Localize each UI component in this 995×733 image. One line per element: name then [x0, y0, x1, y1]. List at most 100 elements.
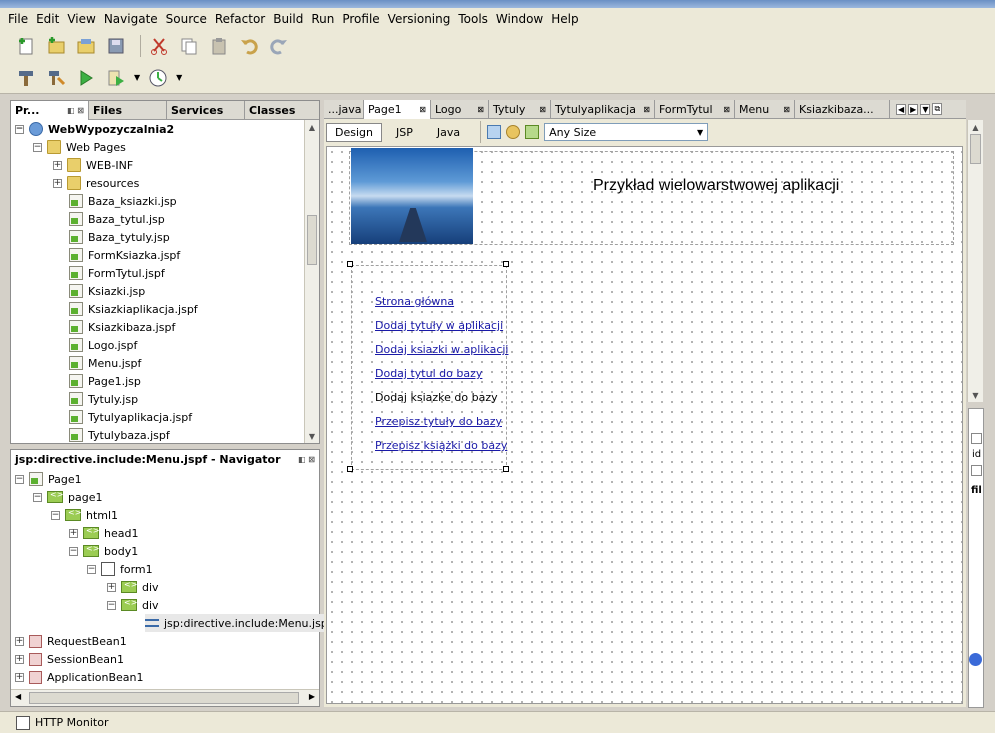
file-item[interactable]: Tytulybaza.jspf	[69, 426, 170, 444]
expand-icon[interactable]: +	[53, 178, 62, 188]
close-icon[interactable]: ⊠	[643, 105, 650, 114]
menu-source[interactable]: Source	[166, 12, 207, 26]
menu-build[interactable]: Build	[273, 12, 303, 26]
project-root[interactable]: − WebWypozyczalnia2	[15, 120, 174, 138]
menu-help[interactable]: Help	[551, 12, 578, 26]
tab-services[interactable]: Services	[167, 101, 245, 120]
debug-icon[interactable]	[104, 66, 128, 90]
menu-window[interactable]: Window	[496, 12, 543, 26]
preview-browser-icon[interactable]	[487, 125, 502, 139]
nav-node[interactable]: + SessionBean1	[15, 650, 124, 668]
menu-link-add-titles-app[interactable]: Dodaj tytuły w aplikacji	[375, 319, 503, 332]
editor-vscrollbar[interactable]: ▲ ▼	[967, 120, 983, 402]
menu-link-copy-titles[interactable]: Przepisz tytuły do bazy	[375, 415, 502, 428]
menu-link-copy-books[interactable]: Przepisz książki do bazy	[375, 439, 507, 452]
nav-node[interactable]: + RequestBean1	[15, 632, 127, 650]
tab-classes[interactable]: Classes	[245, 101, 319, 120]
collapse-icon[interactable]: −	[51, 510, 60, 520]
scroll-thumb[interactable]	[970, 134, 981, 164]
paste-icon[interactable]	[207, 34, 231, 58]
target-size-select[interactable]: Any Size ▼	[544, 123, 709, 141]
editor-tab[interactable]: Logo ⊠	[431, 100, 489, 119]
editor-tab[interactable]: Tytuly ⊠	[489, 100, 551, 119]
menu-refactor[interactable]: Refactor	[215, 12, 265, 26]
file-item[interactable]: Baza_ksiazki.jsp	[69, 192, 177, 210]
close-icon[interactable]: ⊠	[723, 105, 730, 114]
nav-node[interactable]: − Page1	[15, 470, 82, 488]
file-item[interactable]: Menu.jspf	[69, 354, 141, 372]
nav-node[interactable]: − page1	[33, 488, 102, 506]
editor-tab[interactable]: Tytulyaplikacja ⊠	[551, 100, 655, 119]
close-icon[interactable]: ⊠	[477, 105, 484, 114]
menu-navigate[interactable]: Navigate	[104, 12, 158, 26]
undo-icon[interactable]	[237, 34, 261, 58]
projects-scrollbar[interactable]: ▲ ▼	[304, 120, 319, 443]
file-item[interactable]: Baza_tytuly.jsp	[69, 228, 170, 246]
editor-tab-active[interactable]: Page1 ⊠	[364, 100, 431, 119]
debug-dropdown-icon[interactable]: ▼	[134, 73, 140, 82]
tab-files[interactable]: Files	[89, 101, 167, 120]
collapse-box-icon[interactable]	[971, 433, 982, 444]
copy-icon[interactable]	[177, 34, 201, 58]
close-icon[interactable]: ⊠	[539, 105, 546, 114]
menu-file[interactable]: File	[8, 12, 28, 26]
scroll-tabs-right-icon[interactable]: ▶	[908, 103, 919, 115]
palette-ball-icon[interactable]	[969, 653, 982, 666]
file-item[interactable]: Logo.jspf	[69, 336, 137, 354]
file-item[interactable]: Ksiazkiaplikacja.jspf	[69, 300, 198, 318]
resize-handle[interactable]	[503, 466, 509, 472]
chevron-down-icon[interactable]: ▼	[697, 128, 707, 137]
expand-icon[interactable]: +	[107, 582, 116, 592]
menu-edit[interactable]: Edit	[36, 12, 59, 26]
nav-node[interactable]: − form1	[87, 560, 153, 578]
close-icon[interactable]: ⊠	[783, 105, 790, 114]
collapse-icon[interactable]: −	[15, 124, 24, 134]
tab-navigator[interactable]: jsp:directive.include:Menu.jspf - Naviga…	[11, 450, 319, 469]
scroll-right-icon[interactable]: ▶	[309, 692, 315, 701]
menu-link-add-title-db[interactable]: Dodaj tytul do bazy	[375, 367, 482, 380]
save-all-icon[interactable]	[104, 34, 128, 58]
nav-node[interactable]: + head1	[69, 524, 138, 542]
expand-icon[interactable]: +	[15, 672, 24, 682]
navigator-hscrollbar[interactable]: ◀ ▶	[11, 689, 319, 706]
http-monitor-icon[interactable]	[16, 715, 30, 730]
scroll-down-icon[interactable]: ▼	[968, 388, 983, 402]
nav-node[interactable]: − div	[107, 596, 159, 614]
profile-dropdown-icon[interactable]: ▼	[176, 73, 182, 82]
menu-view[interactable]: View	[67, 12, 95, 26]
menu-profile[interactable]: Profile	[342, 12, 379, 26]
minimize-icon[interactable]: ◧ ⊠	[298, 455, 315, 464]
file-item[interactable]: Tytuly.jsp	[69, 390, 138, 408]
editor-tab[interactable]: Ksiazkibaza...	[795, 100, 890, 119]
tab-list-icon[interactable]: ▼	[920, 103, 931, 115]
scroll-thumb[interactable]	[29, 692, 299, 704]
web-pages-node[interactable]: − Web Pages	[33, 138, 126, 156]
file-item-selected[interactable]: Page1.jsp	[69, 372, 141, 390]
cut-icon[interactable]	[147, 34, 171, 58]
folder-web-inf[interactable]: + WEB-INF	[53, 156, 133, 174]
resize-handle[interactable]	[347, 466, 353, 472]
http-monitor-label[interactable]: HTTP Monitor	[35, 716, 108, 729]
minimize-icon[interactable]: ◧ ⊠	[67, 106, 84, 115]
file-item[interactable]: Ksiazki.jsp	[69, 282, 145, 300]
collapse-icon[interactable]: −	[87, 564, 96, 574]
resize-handle[interactable]	[347, 261, 353, 267]
design-canvas[interactable]: Przykład wielowarstwowej aplikacji Stron…	[326, 146, 963, 704]
show-virtual-forms-icon[interactable]	[525, 125, 540, 139]
scroll-down-icon[interactable]: ▼	[305, 429, 319, 443]
java-view-button[interactable]: Java	[427, 124, 474, 141]
refresh-icon[interactable]	[506, 125, 521, 139]
collapse-icon[interactable]: −	[33, 492, 42, 502]
scroll-left-icon[interactable]: ◀	[15, 692, 21, 701]
expand-icon[interactable]: +	[15, 654, 24, 664]
nav-node[interactable]: − body1	[69, 542, 138, 560]
resize-handle[interactable]	[503, 261, 509, 267]
new-project-icon[interactable]	[44, 34, 68, 58]
editor-tab[interactable]: ...java	[324, 100, 364, 119]
redo-icon[interactable]	[267, 34, 291, 58]
file-item[interactable]: Ksiazkibaza.jspf	[69, 318, 175, 336]
menu-versioning[interactable]: Versioning	[388, 12, 451, 26]
profile-icon[interactable]	[146, 66, 170, 90]
nav-node[interactable]: + div	[107, 578, 159, 596]
expand-icon[interactable]: +	[15, 636, 24, 646]
